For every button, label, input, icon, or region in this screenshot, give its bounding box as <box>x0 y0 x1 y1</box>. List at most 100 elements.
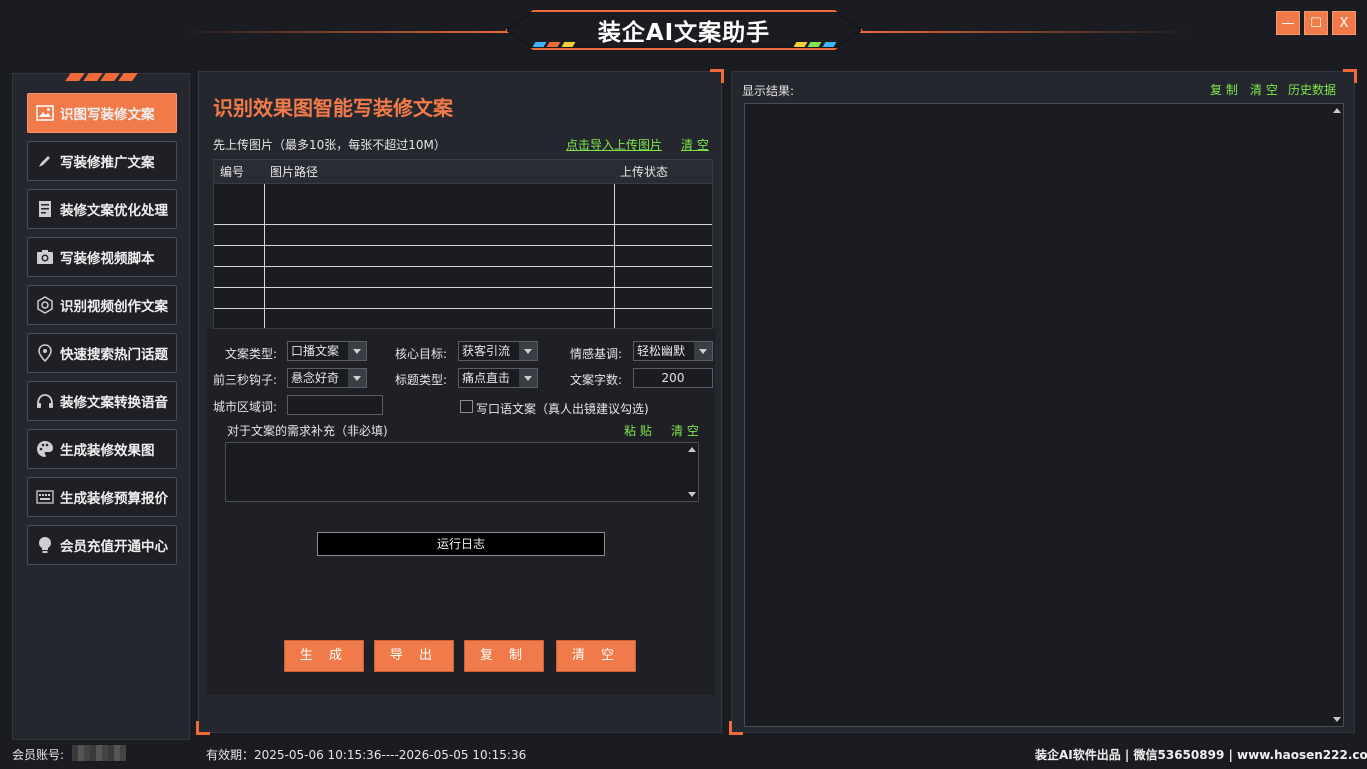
copy-button[interactable]: 复 制 <box>464 640 544 672</box>
hook-value: 悬念好奇 <box>291 371 340 385</box>
chevron-down-icon <box>519 369 537 387</box>
scroll-down-icon <box>1333 717 1341 722</box>
column-separator <box>614 184 615 328</box>
clear-button[interactable]: 清 空 <box>556 640 636 672</box>
title-type-label: 标题类型: <box>395 373 448 387</box>
table-header: 编号 图片路径 上传状态 <box>214 160 712 184</box>
sidebar-item-optimize[interactable]: 装修文案优化处理 <box>27 189 177 229</box>
column-header-path: 图片路径 <box>270 165 319 179</box>
city-keyword-input[interactable] <box>287 395 383 415</box>
core-goal-label: 核心目标: <box>395 347 448 361</box>
table-row[interactable] <box>214 246 712 267</box>
clear-images-link[interactable]: 清 空 <box>681 136 709 153</box>
sidebar-item-label: 识图写装修文案 <box>60 107 155 123</box>
minimize-button[interactable]: — <box>1276 11 1300 35</box>
copy-type-select[interactable]: 口播文案 <box>287 341 367 361</box>
hook-select[interactable]: 悬念好奇 <box>287 368 367 388</box>
clear-requirement-link[interactable]: 清 空 <box>671 422 699 439</box>
sidebar-item-hot-topics[interactable]: 快速搜索热门话题 <box>27 333 177 373</box>
clear-result-link[interactable]: 清 空 <box>1250 81 1278 98</box>
column-separator <box>264 184 265 328</box>
result-textarea[interactable] <box>744 103 1344 727</box>
chevron-down-icon <box>348 342 366 360</box>
export-button[interactable]: 导 出 <box>374 640 454 672</box>
core-goal-select[interactable]: 获客引流 <box>458 341 538 361</box>
result-label: 显示结果: <box>742 84 795 98</box>
table-row[interactable] <box>214 204 712 225</box>
image-table: 编号 图片路径 上传状态 <box>213 159 713 329</box>
sidebar-item-label: 快速搜索热门话题 <box>60 347 168 363</box>
corner-decoration <box>1343 69 1357 83</box>
history-link[interactable]: 历史数据 <box>1288 81 1336 98</box>
page-title: 识别效果图智能写装修文案 <box>213 96 453 120</box>
sidebar-item-video-copy[interactable]: 识别视频创作文案 <box>27 285 177 325</box>
copy-result-link[interactable]: 复 制 <box>1210 81 1238 98</box>
sidebar-item-video-script[interactable]: 写装修视频脚本 <box>27 237 177 277</box>
sidebar-item-image-copy[interactable]: 识图写装修文案 <box>27 93 177 133</box>
city-keyword-label: 城市区域词: <box>213 400 278 414</box>
import-images-link[interactable]: 点击导入上传图片 <box>566 136 662 153</box>
title-type-select[interactable]: 痛点直击 <box>458 368 538 388</box>
sidebar-item-membership[interactable]: 会员充值开通中心 <box>27 525 177 565</box>
corner-decoration <box>710 69 724 83</box>
word-count-input[interactable]: 200 <box>633 368 713 388</box>
status-bar: 会员账号: 有效期：2025-05-06 10:15:36----2026-05… <box>0 740 1367 769</box>
emotion-value: 轻松幽默 <box>637 344 686 358</box>
requirement-scrollbar[interactable] <box>686 443 698 501</box>
sidebar-item-label: 写装修推广文案 <box>60 155 155 171</box>
palette-icon <box>36 440 54 458</box>
account-value-masked <box>72 745 126 761</box>
copy-type-label: 文案类型: <box>225 347 278 361</box>
title-bar: 装企AI文案助手 — ☐ X <box>0 0 1367 62</box>
pen-icon <box>36 152 54 170</box>
emotion-select[interactable]: 轻松幽默 <box>633 341 713 361</box>
run-log: 运行日志 <box>317 532 605 556</box>
paste-link[interactable]: 粘 贴 <box>624 422 652 439</box>
word-count-label: 文案字数: <box>570 373 623 387</box>
table-row[interactable] <box>214 225 712 246</box>
sidebar-item-label: 生成装修效果图 <box>60 443 155 459</box>
maximize-button[interactable]: ☐ <box>1304 11 1328 35</box>
sidebar-item-rendering[interactable]: 生成装修效果图 <box>27 429 177 469</box>
sidebar-item-budget[interactable]: 生成装修预算报价 <box>27 477 177 517</box>
keyboard-icon <box>36 488 54 506</box>
emotion-label: 情感基调: <box>570 347 623 361</box>
column-header-status: 上传状态 <box>620 165 669 179</box>
generate-button[interactable]: 生 成 <box>284 640 364 672</box>
sidebar-decoration <box>65 73 137 81</box>
core-goal-value: 获客引流 <box>462 344 511 358</box>
sidebar-item-promo-copy[interactable]: 写装修推广文案 <box>27 141 177 181</box>
video-settings-icon <box>36 296 54 314</box>
result-scrollbar[interactable] <box>1331 104 1343 726</box>
title-stripe-right <box>793 42 837 47</box>
sidebar-item-label: 识别视频创作文案 <box>60 299 168 315</box>
spoken-copy-checkbox[interactable] <box>460 400 473 413</box>
sidebar-item-label: 装修文案优化处理 <box>60 203 168 219</box>
app-title: 装企AI文案助手 <box>597 20 771 46</box>
scroll-up-icon <box>688 447 696 452</box>
chevron-down-icon <box>694 342 712 360</box>
spoken-copy-label: 写口语文案（真人出镜建议勾选) <box>476 402 649 416</box>
sidebar-item-text-to-speech[interactable]: 装修文案转换语音 <box>27 381 177 421</box>
image-icon <box>36 104 54 122</box>
close-button[interactable]: X <box>1332 11 1356 35</box>
title-stripe-left <box>532 42 576 47</box>
document-icon <box>36 200 54 218</box>
main-panel: 识别效果图智能写装修文案 先上传图片（最多10张，每张不超过10M） 点击导入上… <box>196 69 724 735</box>
validity-text: 有效期：2025-05-06 10:15:36----2026-05-05 10… <box>206 748 527 762</box>
vendor-text: 装企AI软件出品 | 微信53650899 | www.haosen222.co… <box>1035 748 1367 762</box>
column-header-id: 编号 <box>220 165 245 179</box>
table-row[interactable] <box>214 288 712 309</box>
requirement-textarea[interactable] <box>225 442 699 502</box>
headphones-icon <box>36 392 54 410</box>
camera-icon <box>36 248 54 266</box>
scroll-up-icon <box>1333 108 1341 113</box>
sidebar-item-label: 写装修视频脚本 <box>60 251 155 267</box>
table-row[interactable] <box>214 309 712 328</box>
table-row[interactable] <box>214 267 712 288</box>
chevron-down-icon <box>348 369 366 387</box>
corner-decoration <box>729 721 743 735</box>
copy-type-value: 口播文案 <box>291 344 340 358</box>
title-type-value: 痛点直击 <box>462 371 511 385</box>
location-pin-icon <box>36 344 54 362</box>
